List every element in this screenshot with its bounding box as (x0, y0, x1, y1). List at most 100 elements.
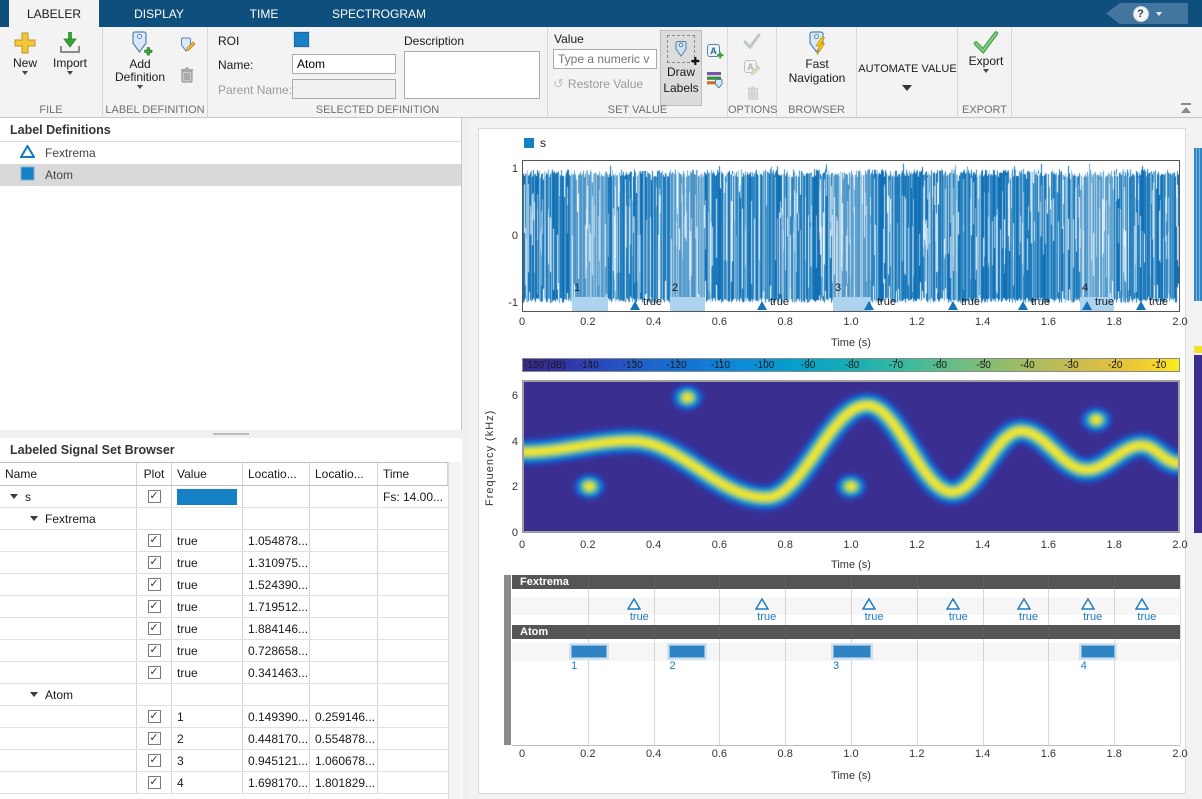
table-row[interactable]: ✓10.149390...0.259146... (0, 706, 448, 728)
table-row[interactable]: ✓true1.054878... (0, 530, 448, 552)
group-file: New Import FILE (0, 27, 103, 118)
cell-time (378, 574, 448, 595)
help-button[interactable]: ? (1106, 3, 1188, 24)
delete-label-button[interactable] (743, 83, 763, 103)
table-row[interactable]: Atom (0, 684, 448, 706)
colorbar-tick-mark (720, 359, 721, 363)
signal-roi-number: 1 (574, 282, 580, 294)
tab-time[interactable]: TIME (219, 0, 309, 27)
timeline-roi-number: 3 (833, 660, 839, 672)
table-row[interactable]: ✓true0.728658... (0, 640, 448, 662)
tab-spectrogram[interactable]: SPECTROGRAM (309, 0, 449, 27)
delete-definition-button[interactable] (177, 65, 197, 85)
column-header-loc2[interactable]: Locatio... (310, 463, 378, 485)
definition-item-atom[interactable]: Atom (0, 164, 461, 186)
table-row[interactable]: ✓true1.884146... (0, 618, 448, 640)
draw-labels-button[interactable]: ✚ Draw Labels (660, 30, 702, 106)
cell-time (378, 530, 448, 551)
timeline-roi-region[interactable] (669, 645, 704, 658)
signal-point-marker-icon[interactable] (1018, 301, 1028, 310)
column-header-time[interactable]: Time (378, 463, 448, 485)
timeline-roi-region[interactable] (571, 645, 607, 658)
spectrogram-xtick: 0.4 (639, 539, 669, 551)
cell-time (378, 508, 448, 529)
tab-display[interactable]: DISPLAY (99, 0, 219, 27)
pane-divider[interactable] (0, 430, 462, 438)
table-row[interactable]: s✓Fs: 14.00... (0, 486, 448, 508)
column-header-value[interactable]: Value (172, 463, 243, 485)
description-input[interactable] (404, 51, 540, 99)
cell-name (0, 596, 137, 617)
edit-value-button[interactable]: A (742, 57, 762, 77)
roi-color-swatch[interactable] (294, 32, 309, 47)
column-header-loc1[interactable]: Locatio... (243, 463, 310, 485)
table-row[interactable]: Fextrema (0, 508, 448, 530)
automate-value-button[interactable]: AUTOMATE VALUE (857, 63, 958, 75)
table-row[interactable]: ✓41.698170...1.801829... (0, 772, 448, 794)
signal-point-marker-icon[interactable] (757, 301, 767, 310)
table-row[interactable]: ✓true1.719512... (0, 596, 448, 618)
restore-value-button[interactable]: ↺ Restore Value (553, 76, 643, 92)
plot-checkbox[interactable]: ✓ (148, 666, 161, 679)
signal-point-marker-icon[interactable] (1082, 301, 1092, 310)
plot-checkbox[interactable]: ✓ (148, 490, 161, 503)
label-attribute-add-button[interactable]: A (705, 41, 725, 61)
tab-labeler[interactable]: LABELER (9, 0, 99, 27)
timeline-roi-region[interactable] (1081, 645, 1115, 658)
import-label: Import (53, 57, 87, 70)
plot-checkbox[interactable]: ✓ (148, 644, 161, 657)
plot-checkbox[interactable]: ✓ (148, 710, 161, 723)
value-input[interactable] (553, 49, 657, 69)
signal-roi-number: 3 (835, 282, 841, 294)
adjacent-display-sliver-colorbar (1194, 346, 1202, 353)
column-header-plot[interactable]: Plot (137, 463, 172, 485)
display-order-button[interactable] (705, 69, 725, 89)
edit-definition-button[interactable] (177, 35, 197, 55)
signal-point-marker-icon[interactable] (1136, 301, 1146, 310)
expander-icon[interactable] (30, 692, 38, 697)
new-button[interactable]: New (6, 30, 44, 75)
plot-checkbox[interactable]: ✓ (148, 776, 161, 789)
import-button[interactable]: Import (48, 30, 92, 75)
table-row[interactable]: ✓true1.310975... (0, 552, 448, 574)
table-row[interactable]: ✓true0.341463... (0, 662, 448, 684)
colorbar: -150 (dB)-140-130-120-110-100-90-80-70-6… (522, 358, 1180, 372)
plot-checkbox[interactable]: ✓ (148, 732, 161, 745)
timeline-roi-region[interactable] (833, 645, 871, 658)
expander-icon[interactable] (30, 516, 38, 521)
expander-icon[interactable] (10, 494, 18, 499)
export-button[interactable]: Export (966, 30, 1006, 73)
timeline-row-header-atom[interactable]: Atom (512, 625, 1180, 639)
signal-point-label: true (1149, 296, 1168, 308)
plot-checkbox[interactable]: ✓ (148, 600, 161, 613)
plot-checkbox[interactable]: ✓ (148, 754, 161, 767)
column-header-name[interactable]: Name (0, 463, 137, 485)
table-vertical-scrollbar[interactable] (448, 462, 461, 799)
signal-roi-region[interactable] (572, 297, 608, 311)
parent-name-input[interactable] (292, 79, 396, 99)
signal-point-marker-icon[interactable] (864, 301, 874, 310)
table-row[interactable]: ✓30.945121...1.060678... (0, 750, 448, 772)
table-row[interactable]: ✓20.448170...0.554878... (0, 728, 448, 750)
spectrogram-xtick: 0.2 (573, 539, 603, 551)
signal-roi-region[interactable] (670, 297, 705, 311)
timeline-left-scrollbar[interactable] (504, 575, 511, 745)
plot-checkbox[interactable]: ✓ (148, 556, 161, 569)
plot-checkbox[interactable]: ✓ (148, 578, 161, 591)
definition-item-fextrema[interactable]: Fextrema (0, 142, 461, 164)
signal-plot[interactable]: 1234truetruetruetruetruetruetrue (522, 160, 1180, 312)
cell-location-1: 0.945121... (243, 750, 310, 771)
table-row[interactable]: ✓true1.524390... (0, 574, 448, 596)
add-definition-button[interactable]: Add Definition (107, 30, 173, 89)
accept-button[interactable] (742, 31, 762, 51)
timeline-row-header-fextrema[interactable]: Fextrema (512, 575, 1180, 589)
name-input[interactable] (292, 54, 396, 74)
fast-navigation-button[interactable]: Fast Navigation (781, 30, 853, 85)
plot-checkbox[interactable]: ✓ (148, 622, 161, 635)
signal-point-marker-icon[interactable] (948, 301, 958, 310)
spectrogram[interactable] (522, 380, 1180, 533)
timeline-xlabel: Time (s) (821, 770, 881, 782)
collapse-ribbon-button[interactable] (1178, 103, 1194, 115)
signal-point-marker-icon[interactable] (630, 301, 640, 310)
plot-checkbox[interactable]: ✓ (148, 534, 161, 547)
